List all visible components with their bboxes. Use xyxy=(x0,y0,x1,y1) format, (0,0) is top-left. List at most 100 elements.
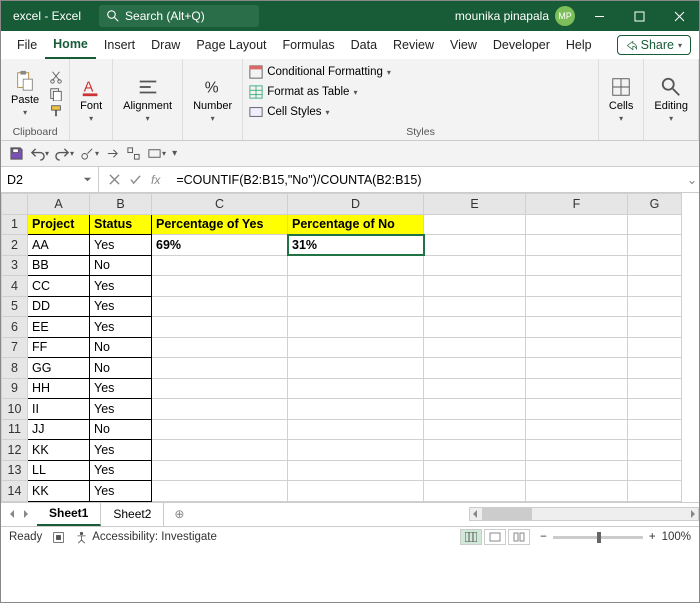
cell-A3[interactable]: BB xyxy=(28,255,90,276)
cell-A13[interactable]: LL xyxy=(28,460,90,481)
tab-developer[interactable]: Developer xyxy=(485,31,558,59)
cell-B11[interactable]: No xyxy=(90,419,152,440)
format-painter-icon[interactable] xyxy=(49,104,63,118)
tab-insert[interactable]: Insert xyxy=(96,31,143,59)
cell-A9[interactable]: HH xyxy=(28,378,90,399)
qat-item-1[interactable]: ▾ xyxy=(80,146,99,161)
cell-F1[interactable] xyxy=(526,214,628,235)
cell-styles-button[interactable]: Cell Styles▾ xyxy=(249,103,329,121)
cells-button[interactable]: Cells▾ xyxy=(605,74,637,125)
tab-file[interactable]: File xyxy=(9,31,45,59)
cell-A10[interactable]: II xyxy=(28,399,90,420)
zoom-slider[interactable] xyxy=(553,536,643,539)
horizontal-scrollbar[interactable] xyxy=(469,507,699,521)
scroll-right-icon[interactable] xyxy=(688,509,698,519)
cell-E1[interactable] xyxy=(424,214,526,235)
share-button[interactable]: Share ▾ xyxy=(617,35,691,55)
cell-A4[interactable]: CC xyxy=(28,276,90,297)
qat-item-3[interactable] xyxy=(126,146,141,161)
cut-icon[interactable] xyxy=(49,70,63,84)
col-D[interactable]: D xyxy=(288,194,424,215)
tab-pagelayout[interactable]: Page Layout xyxy=(188,31,274,59)
sheet-tab-1[interactable]: Sheet1 xyxy=(37,503,101,526)
rowhead-5[interactable]: 5 xyxy=(2,296,28,317)
col-C[interactable]: C xyxy=(152,194,288,215)
cell-D2[interactable]: 31% xyxy=(288,235,424,256)
cell-G1[interactable] xyxy=(628,214,682,235)
sheet-tab-2[interactable]: Sheet2 xyxy=(101,503,164,526)
alignment-button[interactable]: Alignment▾ xyxy=(119,74,176,125)
view-normal[interactable] xyxy=(460,529,482,545)
tab-review[interactable]: Review xyxy=(385,31,442,59)
conditional-formatting-button[interactable]: Conditional Formatting▾ xyxy=(249,63,391,81)
col-F[interactable]: F xyxy=(526,194,628,215)
cell-A7[interactable]: FF xyxy=(28,337,90,358)
tab-home[interactable]: Home xyxy=(45,31,96,59)
format-as-table-button[interactable]: Format as Table▾ xyxy=(249,83,357,101)
paste-button[interactable]: Paste ▾ xyxy=(7,68,43,119)
tab-formulas[interactable]: Formulas xyxy=(275,31,343,59)
cell-A5[interactable]: DD xyxy=(28,296,90,317)
minimize-button[interactable] xyxy=(579,1,619,31)
cell-B8[interactable]: No xyxy=(90,358,152,379)
cell-A11[interactable]: JJ xyxy=(28,419,90,440)
rowhead-3[interactable]: 3 xyxy=(2,255,28,276)
cell-B2[interactable]: Yes xyxy=(90,235,152,256)
cell-B6[interactable]: Yes xyxy=(90,317,152,338)
formula-expand[interactable]: ⌄ xyxy=(685,172,699,187)
qat-more[interactable]: ▾ xyxy=(172,148,177,159)
cancel-icon[interactable] xyxy=(109,174,120,185)
cell-A1[interactable]: Project xyxy=(28,214,90,235)
tab-draw[interactable]: Draw xyxy=(143,31,188,59)
select-all[interactable] xyxy=(2,194,28,215)
cell-B3[interactable]: No xyxy=(90,255,152,276)
worksheet-grid[interactable]: A B C D E F G 1 Project Status Percentag… xyxy=(1,193,699,502)
zoom-out[interactable]: − xyxy=(540,531,547,543)
undo-button[interactable]: ▾ xyxy=(30,146,49,161)
rowhead-13[interactable]: 13 xyxy=(2,460,28,481)
rowhead-6[interactable]: 6 xyxy=(2,317,28,338)
cell-B7[interactable]: No xyxy=(90,337,152,358)
rowhead-8[interactable]: 8 xyxy=(2,358,28,379)
rowhead-10[interactable]: 10 xyxy=(2,399,28,420)
add-sheet-button[interactable]: ⊕ xyxy=(164,507,194,521)
rowhead-7[interactable]: 7 xyxy=(2,337,28,358)
rowhead-14[interactable]: 14 xyxy=(2,481,28,502)
zoom-in[interactable]: + xyxy=(649,531,656,543)
col-G[interactable]: G xyxy=(628,194,682,215)
col-E[interactable]: E xyxy=(424,194,526,215)
cell-C2[interactable]: 69% xyxy=(152,235,288,256)
cell-E2[interactable] xyxy=(424,235,526,256)
tab-view[interactable]: View xyxy=(442,31,485,59)
accessibility-status[interactable]: Accessibility: Investigate xyxy=(75,531,217,544)
cell-B13[interactable]: Yes xyxy=(90,460,152,481)
cell-A14[interactable]: KK xyxy=(28,481,90,502)
cell-B5[interactable]: Yes xyxy=(90,296,152,317)
rowhead-2[interactable]: 2 xyxy=(2,235,28,256)
redo-button[interactable]: ▾ xyxy=(55,146,74,161)
formula-input[interactable]: =COUNTIF(B2:B15,"No")/COUNTA(B2:B15) xyxy=(170,173,685,187)
qat-item-4[interactable]: ▾ xyxy=(147,146,166,161)
cell-A8[interactable]: GG xyxy=(28,358,90,379)
cell-A12[interactable]: KK xyxy=(28,440,90,461)
font-button[interactable]: A Font▾ xyxy=(76,74,106,125)
cell-B12[interactable]: Yes xyxy=(90,440,152,461)
tab-data[interactable]: Data xyxy=(343,31,385,59)
view-pagelayout[interactable] xyxy=(484,529,506,545)
cell-B9[interactable]: Yes xyxy=(90,378,152,399)
name-box[interactable]: D2 xyxy=(1,167,99,192)
scroll-thumb[interactable] xyxy=(482,508,532,520)
copy-icon[interactable] xyxy=(49,87,63,101)
save-button[interactable] xyxy=(9,146,24,161)
cell-B4[interactable]: Yes xyxy=(90,276,152,297)
close-button[interactable] xyxy=(659,1,699,31)
sheet-nav-next[interactable] xyxy=(21,509,31,519)
rowhead-9[interactable]: 9 xyxy=(2,378,28,399)
editing-button[interactable]: Editing▾ xyxy=(650,74,692,125)
view-pagebreak[interactable] xyxy=(508,529,530,545)
maximize-button[interactable] xyxy=(619,1,659,31)
rowhead-4[interactable]: 4 xyxy=(2,276,28,297)
col-A[interactable]: A xyxy=(28,194,90,215)
fx-icon[interactable]: fx xyxy=(151,173,160,187)
rowhead-11[interactable]: 11 xyxy=(2,419,28,440)
